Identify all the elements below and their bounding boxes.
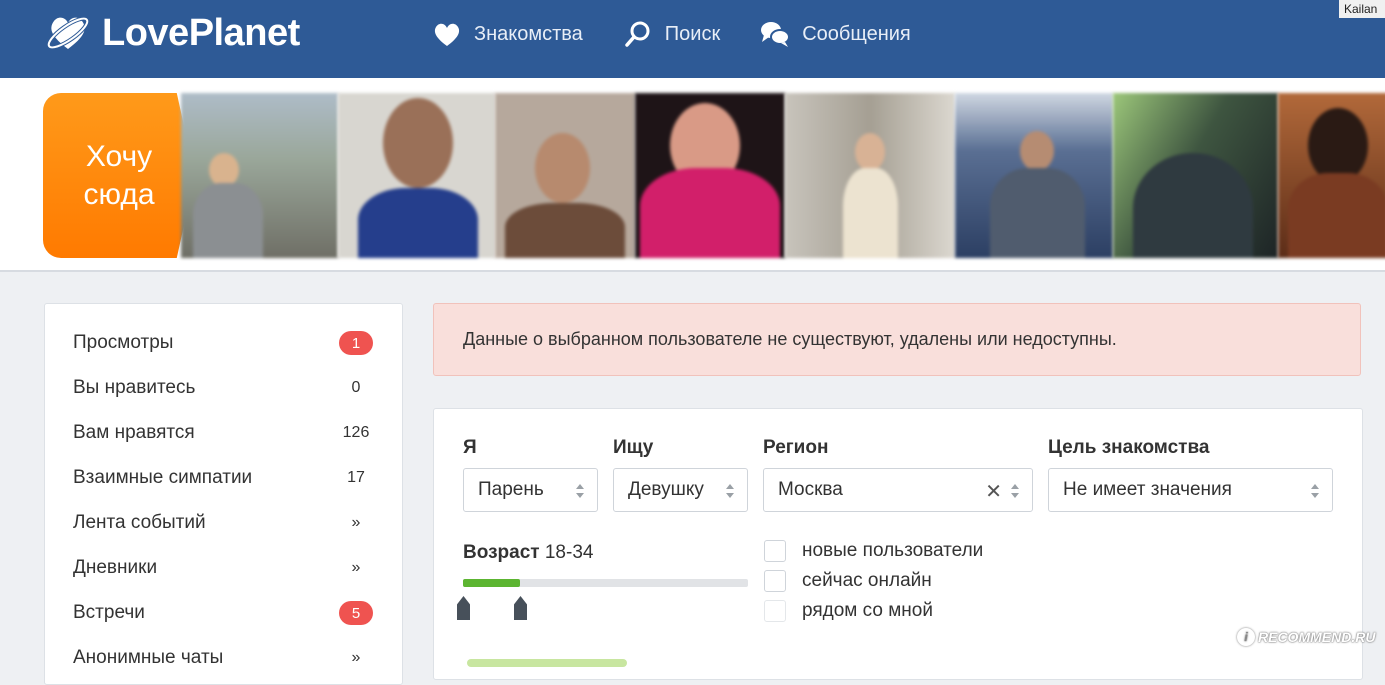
- nav-dating-label: Знакомства: [474, 22, 583, 45]
- goal-select[interactable]: Не имеет значения: [1048, 468, 1333, 512]
- error-alert-text: Данные о выбранном пользователе не сущес…: [463, 329, 1117, 349]
- featured-user-photo[interactable]: [785, 93, 955, 258]
- sidebar-item-label: Вы нравитесь: [73, 377, 196, 398]
- chevron-right-icon: »: [351, 559, 361, 576]
- featured-user-photo[interactable]: [338, 93, 495, 258]
- updown-arrows-icon: [726, 484, 734, 498]
- region-select[interactable]: Москва ✕: [763, 468, 1033, 512]
- sidebar-item-label: Встречи: [73, 602, 145, 623]
- goal-label: Цель знакомства: [1048, 437, 1210, 458]
- featured-user-photo[interactable]: [635, 93, 785, 258]
- error-alert: Данные о выбранном пользователе не сущес…: [433, 303, 1361, 376]
- sidebar-item-label: Лента событий: [73, 512, 206, 533]
- partial-green-button[interactable]: [467, 659, 627, 667]
- chevron-right-icon: »: [351, 514, 361, 531]
- goal-value: Не имеет значения: [1063, 479, 1232, 500]
- checkbox-box[interactable]: [764, 600, 786, 622]
- search-panel: Я Парень Ищу Девушку Регион Москва ✕ Цел…: [433, 408, 1363, 680]
- want-here-button[interactable]: Хочу сюда: [43, 93, 195, 258]
- views-badge: 1: [339, 331, 373, 355]
- sidebar-item-diaries[interactable]: Дневники »: [73, 553, 373, 583]
- updown-arrows-icon: [576, 484, 584, 498]
- region-value: Москва: [778, 479, 843, 500]
- nav-messages-label: Сообщения: [802, 22, 911, 45]
- featured-user-photo[interactable]: [495, 93, 635, 258]
- featured-users-banner: Хочу сюда: [0, 78, 1385, 272]
- search-icon: [625, 21, 650, 47]
- sidebar-item-views[interactable]: Просмотры 1: [73, 328, 373, 358]
- checkbox-label: рядом со мной: [802, 600, 933, 621]
- updown-arrows-icon: [1311, 484, 1319, 498]
- sidebar-item-feed[interactable]: Лента событий »: [73, 508, 373, 538]
- age-label: Возраст: [463, 542, 540, 563]
- sidebar-item-label: Просмотры: [73, 332, 174, 353]
- seek-gender-value: Девушку: [628, 479, 704, 500]
- new-users-checkbox[interactable]: новые пользователи: [764, 540, 983, 562]
- featured-user-photo[interactable]: [181, 93, 338, 258]
- sidebar-item-label: Взаимные симпатии: [73, 467, 253, 488]
- featured-photos: [181, 93, 1385, 258]
- watermark-text: RECOMMEND.RU: [1258, 629, 1376, 645]
- featured-user-photo[interactable]: [1113, 93, 1278, 258]
- mutual-count: 17: [347, 469, 365, 486]
- region-label: Регион: [763, 437, 829, 458]
- age-max-handle[interactable]: [514, 596, 527, 620]
- sidebar-item-anonymous-chats[interactable]: Анонимные чаты »: [73, 643, 373, 673]
- irecommend-watermark: i RECOMMEND.RU: [1237, 628, 1375, 646]
- heart-icon: [434, 23, 460, 46]
- age-label-row: Возраст 18-34: [463, 542, 593, 564]
- sidebar-item-meetings[interactable]: Встречи 5: [73, 598, 373, 628]
- sidebar-item-label: Дневники: [73, 557, 158, 578]
- age-value: 18-34: [544, 542, 594, 563]
- top-header: LovePlanet Знакомства Поиск Сообщения Ka…: [0, 0, 1385, 78]
- sidebar-menu: Просмотры 1 Вы нравитесь 0 Вам нравятся …: [44, 303, 403, 685]
- logo[interactable]: LovePlanet: [44, 8, 300, 58]
- featured-user-photo[interactable]: [955, 93, 1113, 258]
- planet-heart-logo-icon: [46, 16, 90, 50]
- nav-dating[interactable]: Знакомства: [432, 17, 583, 51]
- near-me-checkbox[interactable]: рядом со мной: [764, 600, 933, 622]
- nav-search[interactable]: Поиск: [623, 17, 720, 51]
- checkbox-box[interactable]: [764, 570, 786, 592]
- i-gender-value: Парень: [478, 479, 544, 500]
- checkbox-label: сейчас онлайн: [802, 570, 932, 591]
- sidebar-item-you-like[interactable]: Вам нравятся 126: [73, 418, 373, 448]
- you-liked-count: 0: [351, 379, 361, 396]
- featured-user-photo[interactable]: [1278, 93, 1385, 258]
- checkbox-label: новые пользователи: [802, 540, 984, 561]
- updown-arrows-icon: [1011, 484, 1019, 498]
- meetings-badge: 5: [339, 601, 373, 625]
- chat-bubbles-icon: [761, 22, 791, 47]
- sidebar-item-you-liked[interactable]: Вы нравитесь 0: [73, 373, 373, 403]
- age-min-handle[interactable]: [457, 596, 470, 620]
- chevron-right-icon: »: [351, 649, 361, 666]
- sidebar-item-mutual[interactable]: Взаимные симпатии 17: [73, 463, 373, 493]
- online-now-checkbox[interactable]: сейчас онлайн: [764, 570, 932, 592]
- want-here-label: Хочу сюда: [83, 139, 155, 211]
- seek-label: Ищу: [613, 437, 654, 458]
- main-nav: Знакомства Поиск Сообщения: [432, 17, 951, 51]
- checkbox-box[interactable]: [764, 540, 786, 562]
- corner-username: Kailan: [1339, 0, 1385, 18]
- nav-search-label: Поиск: [664, 22, 721, 45]
- i-gender-select[interactable]: Парень: [463, 468, 598, 512]
- logo-text: LovePlanet: [102, 11, 300, 54]
- seek-gender-select[interactable]: Девушку: [613, 468, 748, 512]
- clear-icon[interactable]: ✕: [985, 479, 1002, 504]
- i-label: Я: [463, 437, 477, 458]
- nav-messages[interactable]: Сообщения: [760, 17, 911, 51]
- sidebar-item-label: Анонимные чаты: [73, 647, 224, 668]
- age-slider-track[interactable]: [463, 579, 748, 587]
- sidebar-item-label: Вам нравятся: [73, 422, 195, 443]
- age-slider-fill: [463, 579, 520, 587]
- recommend-logo-icon: i: [1237, 628, 1255, 646]
- you-like-count: 126: [342, 424, 370, 441]
